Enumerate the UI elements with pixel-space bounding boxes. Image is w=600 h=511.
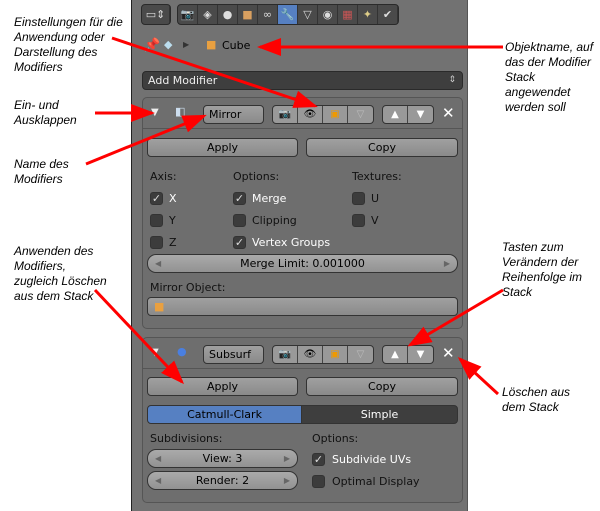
annotation-arrows [85,36,504,396]
arrow-order [407,288,504,347]
arrow-name [85,114,207,166]
arrow-apply [93,288,185,385]
arrow-delete [457,356,500,396]
